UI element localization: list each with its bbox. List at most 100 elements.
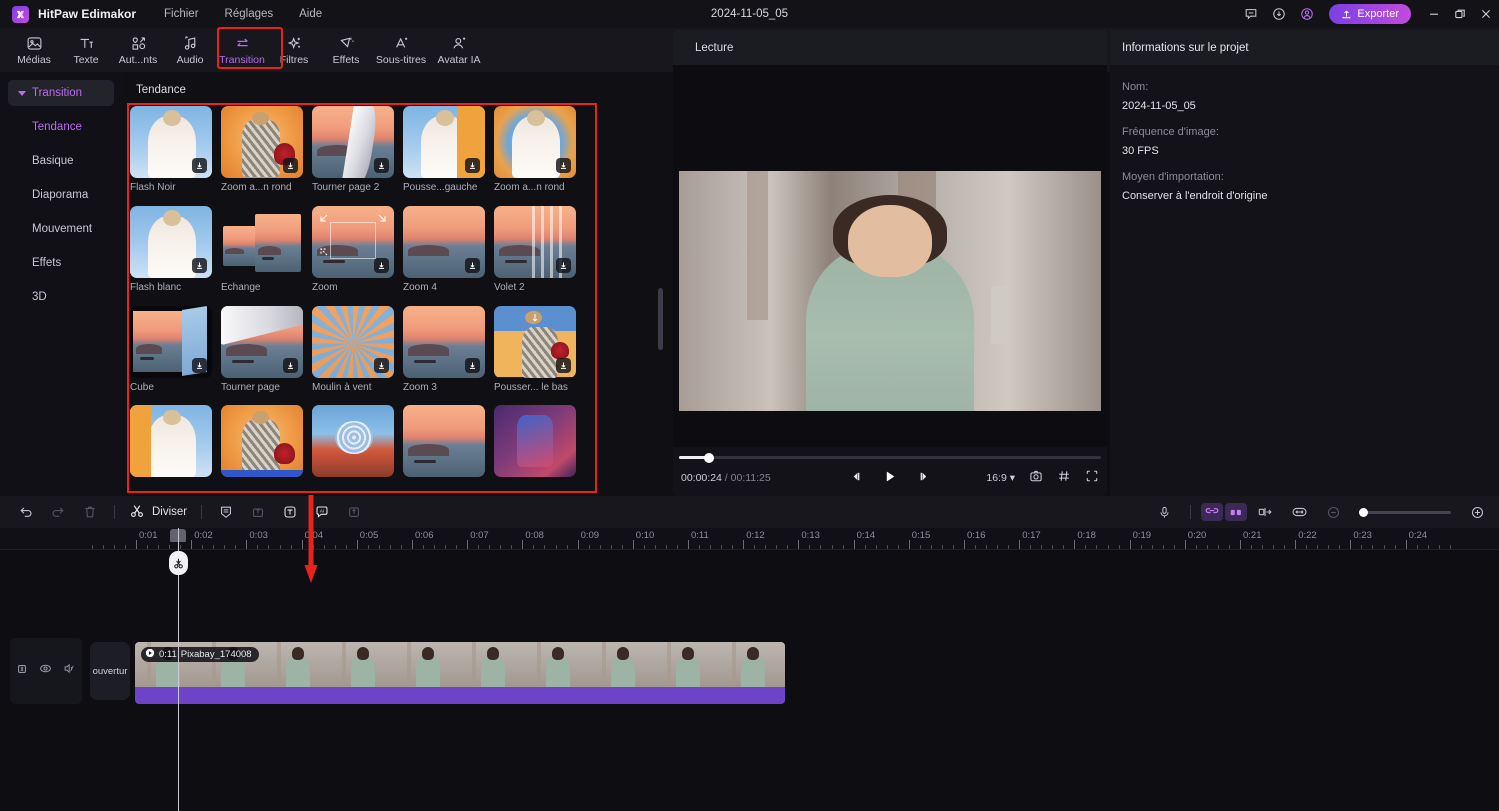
transition-thumbnail[interactable] xyxy=(221,106,303,178)
download-icon[interactable] xyxy=(374,357,389,373)
transition-item[interactable]: Pousse...gauche xyxy=(403,106,494,201)
download-icon[interactable] xyxy=(374,158,389,173)
menu-reglages[interactable]: Réglages xyxy=(225,8,274,20)
tool-medias[interactable]: Médias xyxy=(8,29,60,71)
opening-transition-clip[interactable]: ouvertur xyxy=(90,642,130,700)
download-icon[interactable] xyxy=(465,158,480,173)
download-icon[interactable] xyxy=(192,158,207,173)
transition-thumbnail[interactable] xyxy=(130,106,212,178)
delete-icon[interactable] xyxy=(74,496,106,528)
zoom-in-icon[interactable] xyxy=(1461,496,1493,528)
transition-thumbnail[interactable] xyxy=(221,305,303,378)
timeline-ruler[interactable]: 0:01 0:02 0:03 0:04 0:05 0:06 0:07 0:08 0:09 0:10… xyxy=(0,528,1499,550)
transition-item[interactable]: Tourner page xyxy=(221,305,312,401)
export-frame-icon[interactable] xyxy=(242,496,274,528)
crop-icon[interactable] xyxy=(210,496,242,528)
transition-item[interactable]: Tourner page 2 xyxy=(312,106,403,201)
eye-icon[interactable] xyxy=(39,662,52,680)
transition-thumbnail[interactable] xyxy=(312,305,394,378)
zoom-out-icon[interactable] xyxy=(1317,496,1349,528)
grid-icon[interactable] xyxy=(1057,469,1071,486)
download-icon[interactable] xyxy=(465,257,480,273)
tool-texte[interactable]: Texte xyxy=(60,29,112,71)
sidebar-item-diaporama[interactable]: Diaporama xyxy=(0,178,122,212)
zoom-slider-handle[interactable] xyxy=(1359,507,1368,517)
mute-icon[interactable] xyxy=(63,662,76,680)
download-icon[interactable] xyxy=(1265,0,1293,28)
transition-thumbnail[interactable] xyxy=(494,305,576,378)
transition-item[interactable]: Zoom 3 xyxy=(403,305,494,401)
download-icon[interactable] xyxy=(192,357,207,373)
restore-button[interactable] xyxy=(1447,0,1473,28)
transition-item[interactable]: Zoom a...n rond xyxy=(221,106,312,201)
undo-icon[interactable] xyxy=(10,496,42,528)
lock-icon[interactable] xyxy=(16,662,28,680)
transition-item[interactable]: Pousser... le bas xyxy=(494,305,585,401)
seek-handle[interactable] xyxy=(704,452,714,463)
fit-timeline-icon[interactable] xyxy=(1283,496,1315,528)
transition-item[interactable] xyxy=(494,405,585,485)
transition-item[interactable] xyxy=(130,405,221,485)
download-icon[interactable] xyxy=(556,257,571,273)
seek-bar[interactable] xyxy=(679,452,1101,463)
download-icon[interactable] xyxy=(556,357,571,373)
transition-item[interactable]: Zoom a...n rond xyxy=(494,106,585,201)
sidebar-header-transition[interactable]: Transition xyxy=(8,80,114,106)
download-icon[interactable] xyxy=(465,357,480,373)
transition-item[interactable] xyxy=(221,405,312,485)
export-button[interactable]: Exporter xyxy=(1329,4,1411,24)
transition-thumbnail[interactable] xyxy=(403,106,485,178)
sidebar-item-3d[interactable]: 3D xyxy=(0,280,122,314)
tool-effets[interactable]: Effets xyxy=(320,29,372,71)
transition-item[interactable]: Cube xyxy=(130,305,221,401)
group-icon[interactable] xyxy=(1225,503,1247,521)
minimize-button[interactable] xyxy=(1421,0,1447,28)
transition-thumbnail[interactable] xyxy=(130,205,212,278)
tool-elements[interactable]: Aut...nts xyxy=(112,29,164,71)
transition-thumbnail[interactable] xyxy=(221,205,303,278)
split-button[interactable]: Diviser xyxy=(123,503,193,522)
tool-audio[interactable]: Audio xyxy=(164,29,216,71)
browser-scrollbar-thumb[interactable] xyxy=(658,288,663,350)
transition-item[interactable] xyxy=(403,405,494,485)
tool-sous-titres[interactable]: Sous-titres xyxy=(372,29,430,71)
feedback-icon[interactable] xyxy=(1237,0,1265,28)
transition-item[interactable]: Moulin à vent xyxy=(312,305,403,401)
prev-frame-icon[interactable] xyxy=(850,470,863,488)
aspect-ratio-selector[interactable]: 16:9 ▾ xyxy=(986,472,1015,484)
transition-item[interactable]: Flash Noir xyxy=(130,106,221,201)
transition-thumbnail[interactable] xyxy=(130,305,212,378)
transition-item[interactable] xyxy=(312,405,403,485)
transition-thumbnail[interactable] xyxy=(403,405,485,478)
transition-thumbnail[interactable] xyxy=(312,205,394,278)
upload-icon[interactable] xyxy=(338,496,370,528)
redo-icon[interactable] xyxy=(42,496,74,528)
download-icon[interactable] xyxy=(283,357,298,373)
tool-transition[interactable]: Transition xyxy=(216,29,268,71)
download-icon[interactable] xyxy=(192,257,207,273)
timeline-video-clip[interactable]: 0:11 Pixabay_174008 xyxy=(135,642,785,704)
transition-thumbnail[interactable] xyxy=(494,106,576,178)
download-icon[interactable] xyxy=(556,158,571,173)
microphone-icon[interactable] xyxy=(1148,496,1180,528)
transition-item[interactable]: Zoom xyxy=(312,205,403,301)
sidebar-item-mouvement[interactable]: Mouvement xyxy=(0,212,122,246)
transition-item[interactable]: Volet 2 xyxy=(494,205,585,301)
transition-thumbnail[interactable] xyxy=(494,205,576,278)
transition-thumbnail[interactable] xyxy=(403,305,485,378)
zoom-slider[interactable] xyxy=(1359,507,1451,517)
sidebar-item-basique[interactable]: Basique xyxy=(0,144,122,178)
next-frame-icon[interactable] xyxy=(918,470,931,488)
close-button[interactable] xyxy=(1473,0,1499,28)
sidebar-item-effets[interactable]: Effets xyxy=(0,246,122,280)
text-template-icon[interactable] xyxy=(274,496,306,528)
transition-thumbnail[interactable] xyxy=(221,405,303,478)
menu-fichier[interactable]: Fichier xyxy=(164,8,199,20)
account-icon[interactable] xyxy=(1293,0,1321,28)
transition-item[interactable]: Flash blanc xyxy=(130,205,221,301)
fullscreen-icon[interactable] xyxy=(1085,469,1099,486)
tool-avatar-ia[interactable]: Avatar IA xyxy=(430,29,488,71)
tool-filtres[interactable]: Filtres xyxy=(268,29,320,71)
transition-item[interactable]: Zoom 4 xyxy=(403,205,494,301)
sidebar-item-tendance[interactable]: Tendance xyxy=(0,110,122,144)
